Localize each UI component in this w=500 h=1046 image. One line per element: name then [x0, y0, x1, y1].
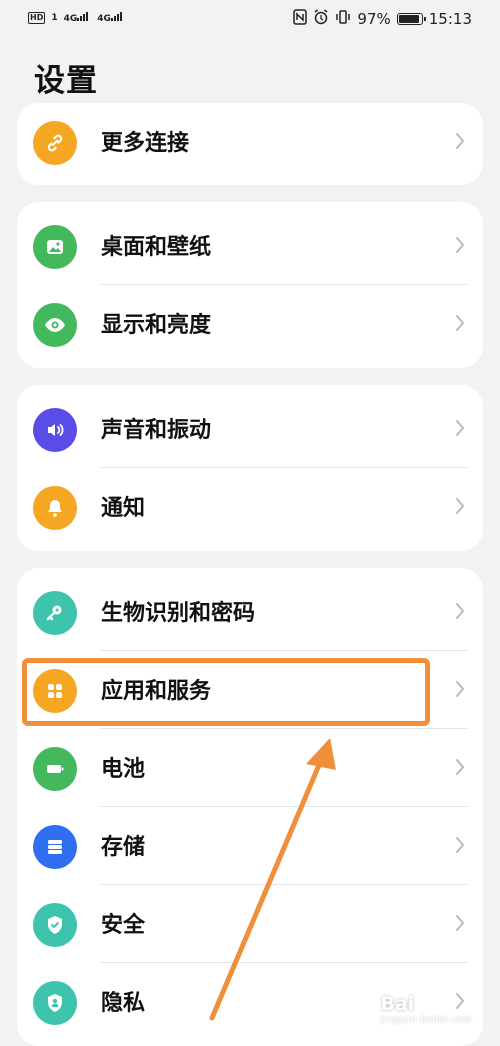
chevron-right-icon — [453, 234, 467, 256]
watermark: Bai jingyan.baidu.com — [380, 993, 472, 1025]
shield-icon — [33, 903, 77, 947]
settings-group-2: 桌面和壁纸显示和亮度 — [17, 202, 483, 368]
battery-icon — [396, 13, 426, 25]
page-title: 设置 — [34, 63, 98, 99]
settings-item[interactable]: 生物识别和密码 — [17, 573, 483, 651]
vibrate-icon — [335, 9, 351, 29]
key-icon — [33, 591, 77, 635]
settings-item-label: 通知 — [101, 496, 146, 521]
chevron-right-icon — [453, 756, 467, 778]
settings-item-label: 电池 — [101, 757, 146, 782]
chevron-right-icon — [453, 600, 467, 622]
chevron-right-icon — [453, 678, 467, 700]
settings-item[interactable]: 声音和振动 — [17, 390, 483, 468]
link-icon — [33, 121, 77, 165]
settings-item[interactable]: 显示和亮度 — [17, 285, 483, 363]
clock: 15:13 — [428, 10, 472, 28]
settings-item-label: 桌面和壁纸 — [101, 235, 212, 260]
battery-percent: 97% — [357, 10, 391, 28]
sim-indicator: 1 — [51, 12, 58, 23]
settings-item-label: 显示和亮度 — [101, 313, 212, 338]
settings-item-label: 隐私 — [101, 991, 146, 1016]
settings-item-label: 更多连接 — [101, 131, 190, 156]
status-bar: HD 1 4G 4G 97% 15:13 — [0, 0, 500, 38]
settings-item-label: 生物识别和密码 — [101, 601, 256, 626]
signal-icon-1: 4G — [64, 11, 92, 24]
settings-item[interactable]: 更多连接 — [17, 103, 483, 181]
settings-group-3: 声音和振动 通知 — [17, 385, 483, 551]
eye-icon — [33, 303, 77, 347]
settings-item[interactable]: 通知 — [17, 468, 483, 546]
chevron-right-icon — [453, 130, 467, 152]
status-right: 97% 15:13 — [293, 9, 472, 29]
settings-group-4: 生物识别和密码 应用和服务 电池 存储 安全 隐私 — [17, 568, 483, 1046]
chevron-right-icon — [453, 912, 467, 934]
nfc-icon — [293, 9, 308, 29]
battery-icon — [33, 747, 77, 791]
status-left: HD 1 4G 4G — [28, 11, 125, 24]
chevron-right-icon — [453, 834, 467, 856]
privacy-icon — [33, 981, 77, 1025]
settings-item-label: 安全 — [101, 913, 146, 938]
settings-item-label: 存储 — [101, 835, 146, 860]
alarm-icon — [313, 9, 329, 29]
chevron-right-icon — [453, 312, 467, 334]
settings-item[interactable]: 电池 — [17, 729, 483, 807]
speaker-icon — [33, 408, 77, 452]
chevron-right-icon — [453, 417, 467, 439]
settings-group-1: 更多连接 — [17, 103, 483, 185]
image-icon — [33, 225, 77, 269]
hd-badge: HD — [28, 11, 46, 24]
settings-item[interactable]: 桌面和壁纸 — [17, 207, 483, 285]
highlight-box — [22, 658, 430, 726]
storage-icon — [33, 825, 77, 869]
settings-item[interactable]: 存储 — [17, 807, 483, 885]
settings-item[interactable]: 安全 — [17, 885, 483, 963]
bell-icon — [33, 486, 77, 530]
settings-item-label: 声音和振动 — [101, 418, 212, 443]
chevron-right-icon — [453, 495, 467, 517]
signal-icon-2: 4G — [97, 11, 125, 24]
